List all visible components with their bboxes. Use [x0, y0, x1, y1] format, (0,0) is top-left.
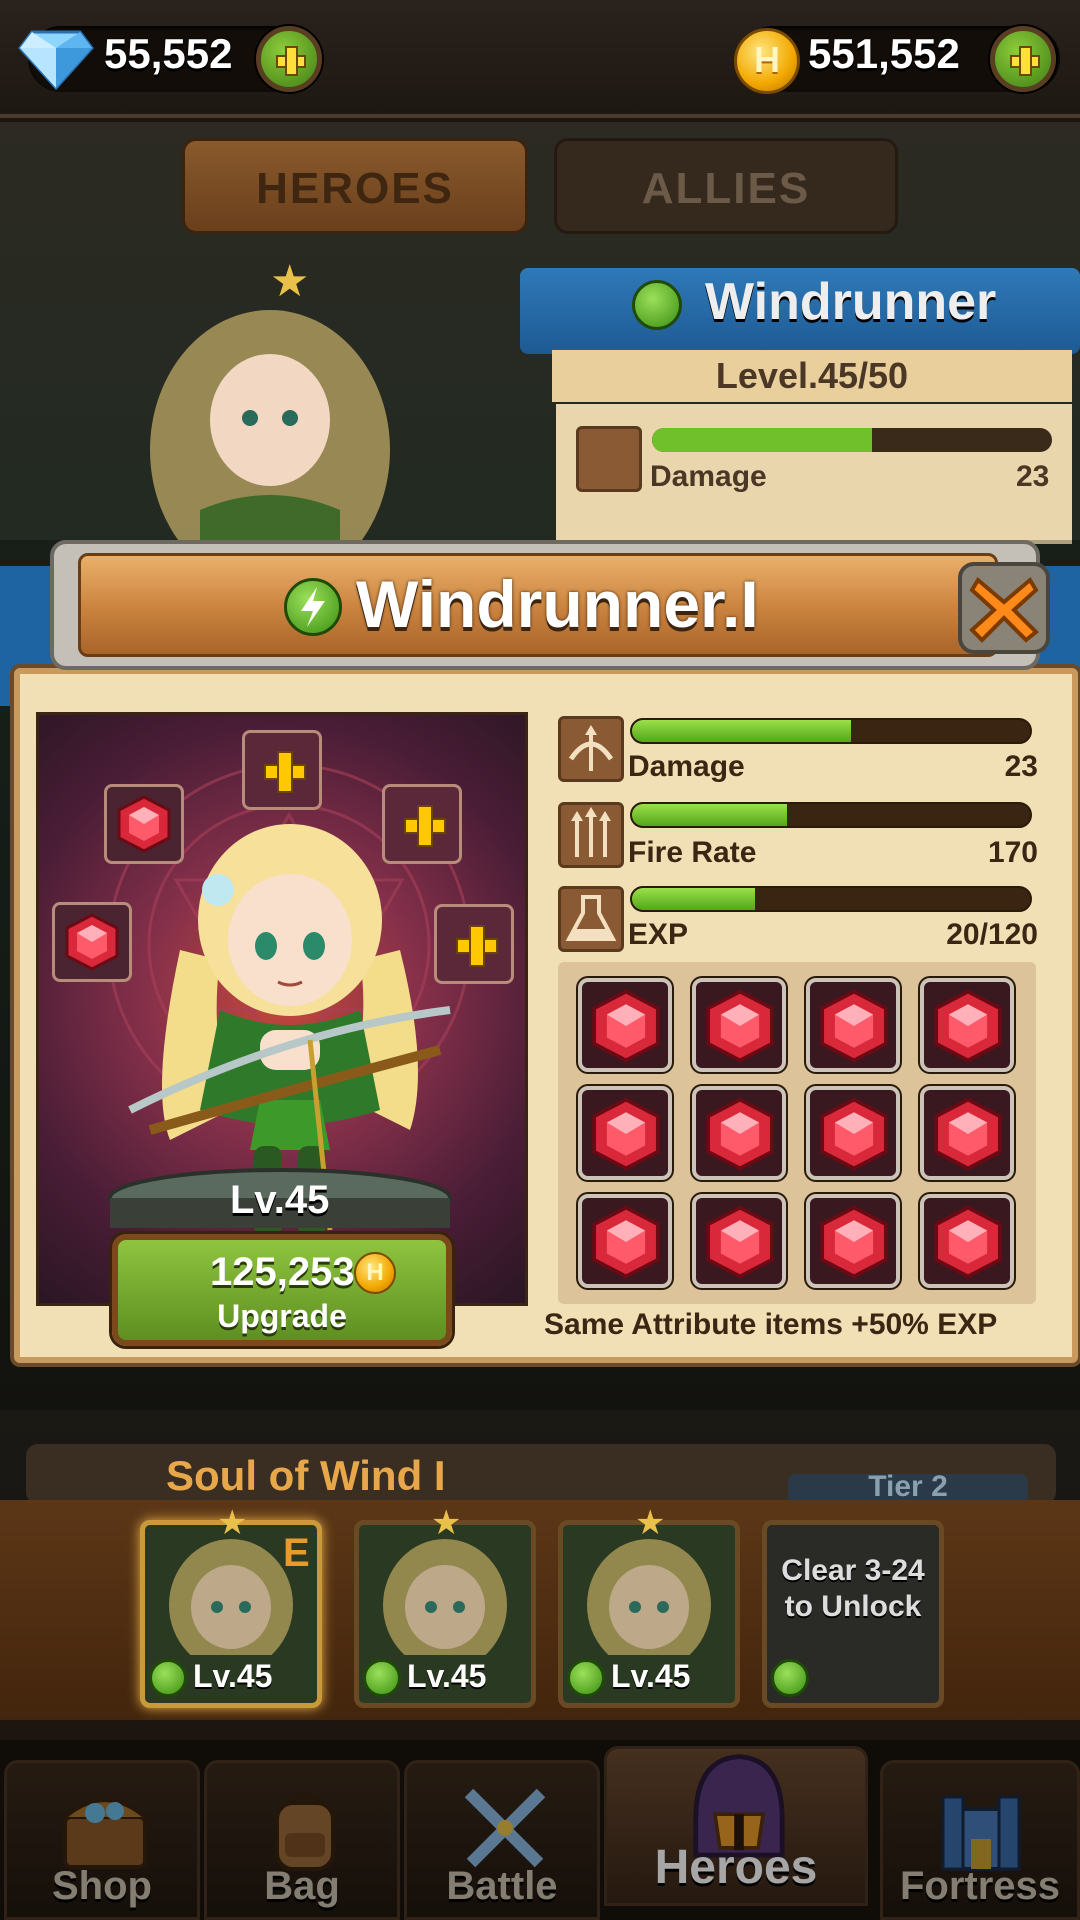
treasure-chest-icon: [63, 1798, 147, 1869]
upgrade-cost: 125,253: [210, 1250, 355, 1294]
gold-amount: 551,552: [808, 30, 960, 77]
equip-slot-top[interactable]: [242, 730, 322, 810]
background-damage-label: Damage: [650, 460, 767, 493]
nav-fortress[interactable]: Fortress: [880, 1760, 1080, 1920]
ruby-gem-icon: [592, 1205, 660, 1279]
lightning-bolt-icon: [567, 1659, 605, 1697]
lightning-bolt-icon: [632, 280, 682, 330]
exp-bar: [630, 886, 1032, 912]
bow-icon: [576, 426, 642, 492]
ruby-gem-icon: [592, 1097, 660, 1171]
crossed-swords-icon: [464, 1788, 546, 1868]
ruby-gem-icon: [592, 989, 660, 1063]
fire-rate-value: 170: [987, 836, 1038, 869]
ruby-gem-icon: [820, 989, 888, 1063]
soul-title: Soul of Wind I: [166, 1452, 446, 1499]
fire-rate-bar: [630, 802, 1032, 828]
backpack-icon: [275, 1792, 335, 1871]
upgrade-button[interactable]: 125,253 H Upgrade: [112, 1234, 452, 1346]
nav-heroes-label: Heroes: [654, 1841, 818, 1894]
card-level: Lv.45: [407, 1658, 487, 1694]
inventory-ruby-gem[interactable]: [692, 978, 786, 1072]
gold-coin-icon: H: [734, 28, 800, 94]
background-hero-name: Windrunner: [705, 273, 997, 331]
hero-avatar: [383, 1539, 507, 1655]
roster-card-3[interactable]: ★ Lv.45: [558, 1503, 740, 1708]
nav-shop[interactable]: Shop: [4, 1760, 200, 1920]
roster-card-2[interactable]: ★ Lv.45: [354, 1503, 536, 1708]
gold-coin-icon: H: [354, 1252, 396, 1294]
inventory-ruby-gem[interactable]: [920, 978, 1014, 1072]
card-level: Lv.45: [193, 1658, 273, 1694]
tab-allies[interactable]: ALLIES: [554, 138, 898, 234]
ruby-gem-icon: [934, 989, 1002, 1063]
background-stat-panel: Damage 23: [556, 404, 1072, 544]
inventory-ruby-gem[interactable]: [806, 978, 900, 1072]
inventory-ruby-gem[interactable]: [578, 978, 672, 1072]
card-level: Lv.45: [611, 1658, 691, 1694]
add-gems-button[interactable]: [256, 26, 322, 92]
nav-battle[interactable]: Battle: [404, 1760, 600, 1920]
tab-heroes[interactable]: HEROES: [182, 138, 528, 234]
roster-card-locked[interactable]: Clear 3-24 to Unlock: [762, 1520, 944, 1708]
flask-icon: [558, 886, 624, 952]
arrows-icon: [558, 802, 624, 868]
card-badge: E: [283, 1531, 310, 1575]
exp-hint: Same Attribute items +50% EXP: [544, 1308, 998, 1341]
hero-avatar: [587, 1539, 711, 1655]
upgrade-label: Upgrade: [217, 1298, 347, 1334]
inventory-ruby-gem[interactable]: [806, 1086, 900, 1180]
lightning-bolt-icon: [363, 1659, 401, 1697]
gems-amount: 55,552: [104, 30, 233, 77]
background-hero-level: Level.45/50: [552, 350, 1072, 402]
nav-bag-label: Bag: [264, 1864, 340, 1908]
ruby-gem-icon: [934, 1097, 1002, 1171]
inventory-ruby-gem[interactable]: [920, 1086, 1014, 1180]
inventory-ruby-gem[interactable]: [692, 1086, 786, 1180]
ruby-gem-icon: [820, 1205, 888, 1279]
diamond-gem-icon: [18, 30, 94, 90]
nav-heroes[interactable]: Heroes: [604, 1746, 868, 1906]
roster-card-1[interactable]: ★ E Lv.45: [140, 1503, 322, 1708]
inventory-ruby-gem[interactable]: [578, 1086, 672, 1180]
exp-label: EXP: [628, 918, 689, 951]
hero-level-label: Lv.45: [230, 1178, 330, 1222]
inventory-ruby-gem[interactable]: [806, 1194, 900, 1288]
bow-icon: [558, 716, 624, 782]
nav-fortress-label: Fortress: [899, 1864, 1061, 1908]
add-gold-button[interactable]: [990, 26, 1056, 92]
fire-rate-label: Fire Rate: [628, 836, 757, 869]
inventory-ruby-gem[interactable]: [692, 1194, 786, 1288]
inventory-ruby-gem[interactable]: [578, 1194, 672, 1288]
damage-label: Damage: [628, 750, 745, 783]
close-icon[interactable]: [956, 560, 1052, 656]
nav-shop-label: Shop: [52, 1864, 152, 1908]
exp-value: 20/120: [946, 918, 1038, 951]
nav-bag[interactable]: Bag: [204, 1760, 400, 1920]
lightning-bolt-icon: [284, 578, 342, 636]
unlock-requirement: Clear 3-24 to Unlock: [781, 1554, 925, 1623]
ruby-gem-icon: [934, 1205, 1002, 1279]
currency-bar: 55,552 H 551,552: [0, 0, 1080, 118]
damage-bar: [630, 718, 1032, 744]
lightning-bolt-icon: [149, 1659, 187, 1697]
nav-battle-label: Battle: [446, 1864, 558, 1908]
ruby-gem-icon: [706, 1205, 774, 1279]
damage-value: 23: [1004, 750, 1038, 783]
lightning-bolt-icon: [771, 1659, 809, 1697]
ruby-gem-icon: [706, 1097, 774, 1171]
background-damage-value: 23: [1016, 460, 1050, 493]
ruby-gem-icon: [820, 1097, 888, 1171]
background-hero-portrait: [150, 310, 390, 550]
modal-title: Windrunner.I: [356, 567, 759, 641]
inventory-ruby-gem[interactable]: [920, 1194, 1014, 1288]
background-damage-bar: [652, 428, 1052, 452]
fortress-icon: [941, 1795, 1021, 1871]
ruby-gem-icon: [706, 989, 774, 1063]
